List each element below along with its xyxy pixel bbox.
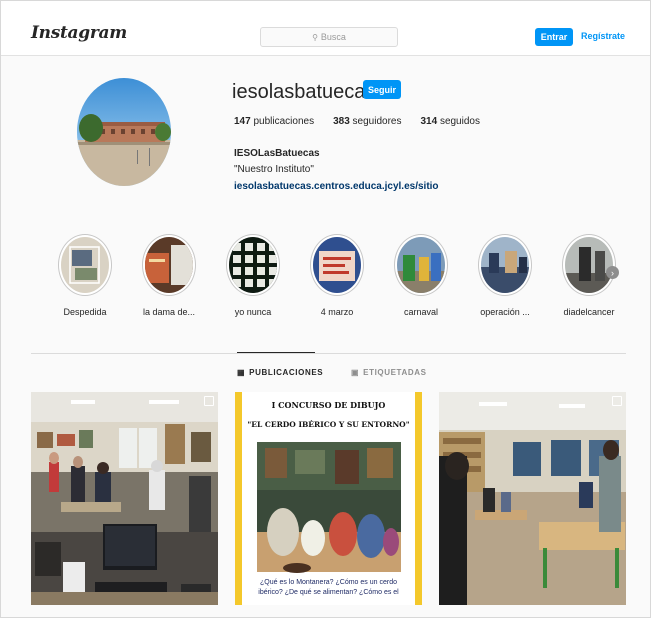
highlight-label: yo nunca (234, 307, 272, 317)
highlight-item[interactable]: la dama de... (133, 234, 205, 317)
highlight-item[interactable]: operación ... (469, 234, 541, 317)
highlight-item[interactable]: carnaval (385, 234, 457, 317)
signup-link[interactable]: Regístrate (581, 31, 625, 41)
instagram-logo[interactable]: Instagram (31, 23, 127, 43)
highlight-thumbnail (481, 237, 529, 293)
tab-etiquetadas[interactable]: ▣ ETIQUETADAS (351, 368, 427, 377)
poster-caption-line-2: ibérico? ¿De qué se alimentan? ¿Cómo es … (258, 589, 399, 596)
highlight-item[interactable]: yo nunca (217, 234, 289, 317)
posts-count: 147 publicaciones (234, 116, 315, 127)
top-navigation-bar: Instagram ⚲ Busca Entrar Regístrate (1, 1, 650, 56)
tabs-divider (31, 353, 626, 354)
highlight-thumbnail (145, 237, 193, 293)
follow-button[interactable]: Seguir (363, 80, 401, 99)
grid-icon: ▦ (237, 368, 246, 377)
poster-caption-line-1: ¿Qué es lo Montanera? ¿Cómo es un cerdo (260, 579, 397, 586)
poster-title-line-2: "EL CERDO IBÉRICO Y SU ENTORNO" (247, 420, 410, 429)
login-button[interactable]: Entrar (535, 28, 573, 46)
followers-count[interactable]: 383 seguidores (333, 116, 401, 127)
classroom-photo (439, 392, 626, 605)
highlight-thumbnail (229, 237, 277, 293)
highlight-item[interactable]: Despedida (49, 234, 121, 317)
profile-stats: 147 publicaciones 383 seguidores 314 seg… (234, 116, 499, 127)
search-input[interactable]: ⚲ Busca (260, 27, 398, 47)
post-thumbnail[interactable] (439, 392, 626, 605)
following-count[interactable]: 314 seguidos (420, 116, 480, 127)
chevron-right-icon[interactable]: › (606, 266, 619, 279)
profile-website-link[interactable]: iesolasbatuecas.centros.educa.jcyl.es/si… (234, 181, 439, 192)
highlight-thumbnail (397, 237, 445, 293)
profile-avatar (77, 78, 171, 186)
profile-bio: "Nuestro Instituto" (234, 164, 314, 175)
search-placeholder: Busca (320, 32, 346, 42)
highlight-item[interactable]: 4 marzo (301, 234, 373, 317)
active-tab-indicator (237, 352, 315, 353)
tab-publicaciones[interactable]: ▦ PUBLICACIONES (237, 368, 323, 377)
post-thumbnail[interactable] (31, 392, 218, 605)
highlight-label: 4 marzo (320, 307, 354, 317)
poster-title-line-1: I CONCURSO DE DIBUJO (271, 400, 386, 410)
highlight-label: la dama de... (142, 307, 196, 317)
highlight-label: diadelcancer (563, 307, 615, 317)
browser-viewport: Instagram ⚲ Busca Entrar Regístrate ieso… (0, 0, 651, 618)
carousel-icon (204, 396, 214, 406)
highlight-thumbnail (61, 237, 109, 293)
search-icon: ⚲ (312, 32, 318, 42)
post-thumbnail[interactable]: I CONCURSO DE DIBUJO "EL CERDO IBÉRICO Y… (235, 392, 422, 605)
highlight-label: operación ... (480, 307, 530, 317)
carousel-icon (612, 396, 622, 406)
profile-username: iesolasbatuecas (232, 81, 376, 103)
tagged-icon: ▣ (351, 368, 360, 377)
highlight-label: carnaval (403, 307, 439, 317)
highlight-thumbnail (313, 237, 361, 293)
highlight-thumbnail (565, 237, 613, 293)
highlight-label: Despedida (63, 307, 107, 317)
profile-full-name: IESOLasBatuecas (234, 148, 320, 159)
classroom-photo (31, 392, 218, 605)
